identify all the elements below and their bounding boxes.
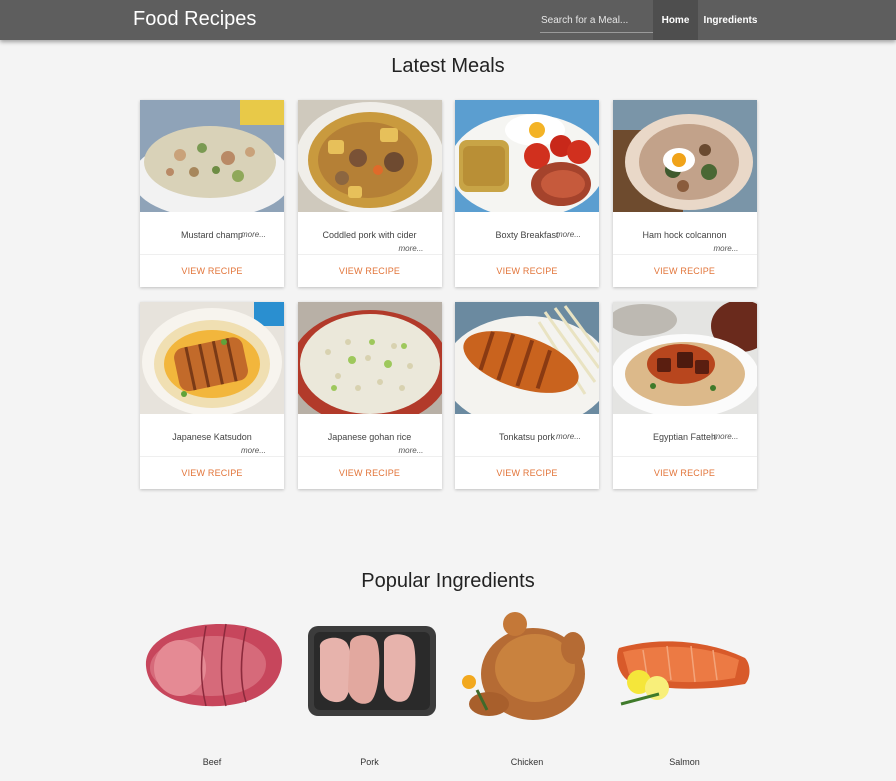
view-recipe-button[interactable]: VIEW RECIPE: [612, 456, 757, 489]
ingredient-label: Beef: [202, 757, 222, 767]
brand-title[interactable]: Food Recipes: [133, 8, 256, 31]
meal-card: Tonkatsu pork more... VIEW RECIPE: [455, 302, 599, 489]
meal-card: Coddled pork with cider more... VIEW REC…: [297, 100, 442, 287]
ingredient-card[interactable]: Beef: [140, 608, 284, 773]
ingredient-label: Salmon: [669, 757, 700, 767]
latest-meals-heading: Latest Meals: [391, 55, 505, 77]
view-recipe-button[interactable]: VIEW RECIPE: [612, 254, 757, 287]
ingredient-card[interactable]: Pork: [298, 608, 442, 773]
meal-image[interactable]: [140, 302, 284, 414]
popular-ingredients-heading: Popular Ingredients: [361, 570, 535, 592]
meal-image[interactable]: [612, 100, 757, 212]
ingredient-card[interactable]: Salmon: [613, 608, 757, 773]
meal-grid: Mustard champ more... VIEW RECIPE Coddle…: [140, 100, 757, 489]
view-recipe-button[interactable]: VIEW RECIPE: [297, 254, 442, 287]
more-link[interactable]: more...: [556, 432, 581, 441]
more-link[interactable]: more...: [556, 230, 581, 239]
nav-ingredients-link[interactable]: Ingredients: [698, 0, 763, 40]
meal-image[interactable]: [612, 302, 757, 414]
meal-name: Ham hock colcannon: [642, 230, 727, 240]
meal-card: Japanese gohan rice more... VIEW RECIPE: [297, 302, 442, 489]
search-input[interactable]: [540, 8, 653, 33]
meal-card: Boxty Breakfast more... VIEW RECIPE: [455, 100, 599, 287]
more-link[interactable]: more...: [241, 230, 266, 239]
more-link[interactable]: more...: [241, 446, 266, 455]
more-link[interactable]: more...: [714, 432, 739, 441]
meal-image[interactable]: [455, 100, 599, 212]
view-recipe-button[interactable]: VIEW RECIPE: [455, 254, 599, 287]
beef-image: [145, 623, 282, 707]
salmon-image: [616, 641, 749, 706]
ingredient-row: Beef Pork Chicken Salmon: [140, 608, 756, 773]
pork-image: [307, 626, 436, 716]
meal-image[interactable]: [455, 302, 599, 414]
more-link[interactable]: more...: [714, 244, 739, 253]
meal-card: Ham hock colcannon more... VIEW RECIPE: [612, 100, 757, 287]
view-recipe-button[interactable]: VIEW RECIPE: [140, 254, 284, 287]
meal-name: Coddled pork with cider: [322, 230, 417, 240]
ingredient-label: Pork: [360, 757, 379, 767]
meal-card: Japanese Katsudon more... VIEW RECIPE: [140, 302, 284, 489]
chicken-image: [462, 612, 585, 720]
meal-name: Japanese Katsudon: [172, 432, 252, 442]
meal-name: Japanese gohan rice: [327, 432, 412, 442]
meal-image[interactable]: [297, 302, 442, 414]
navbar: Food Recipes Home Ingredients: [0, 0, 896, 40]
more-link[interactable]: more...: [399, 244, 424, 253]
nav-home-link[interactable]: Home: [653, 0, 698, 40]
meal-card: Egyptian Fatteh more... VIEW RECIPE: [612, 302, 757, 489]
view-recipe-button[interactable]: VIEW RECIPE: [140, 456, 284, 489]
view-recipe-button[interactable]: VIEW RECIPE: [297, 456, 442, 489]
meal-image[interactable]: [140, 100, 284, 212]
meal-image[interactable]: [297, 100, 442, 212]
more-link[interactable]: more...: [399, 446, 424, 455]
view-recipe-button[interactable]: VIEW RECIPE: [455, 456, 599, 489]
meal-card: Mustard champ more... VIEW RECIPE: [140, 100, 284, 287]
ingredient-card[interactable]: Chicken: [455, 608, 599, 773]
ingredient-label: Chicken: [510, 757, 544, 767]
